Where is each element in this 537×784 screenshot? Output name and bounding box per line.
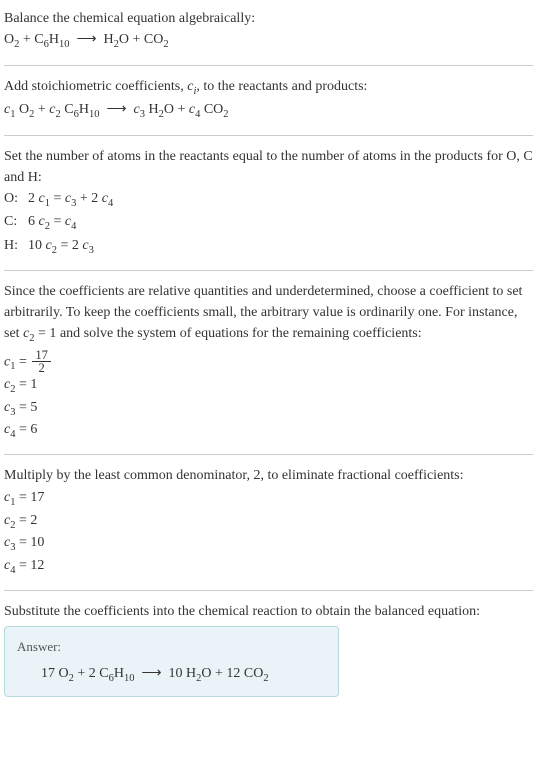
table-row: C: 6 c2 = c4 xyxy=(4,211,119,235)
section-title: Multiply by the least common denominator… xyxy=(4,465,533,486)
coefficient-row: c3 = 5 xyxy=(4,398,533,420)
element-equation: 6 c2 = c4 xyxy=(28,211,119,235)
coefficient-row: c2 = 2 xyxy=(4,511,533,533)
coefficient-row: c3 = 10 xyxy=(4,533,533,555)
coefficient-row: c2 = 1 xyxy=(4,375,533,397)
section-title: Substitute the coefficients into the che… xyxy=(4,601,533,622)
coefficient-row: c1 = 17 xyxy=(4,488,533,510)
text-after: and solve the system of equations for th… xyxy=(56,326,421,341)
coefficient-row: c4 = 12 xyxy=(4,556,533,578)
fraction-denominator: 2 xyxy=(36,362,48,375)
text-after: , to the reactants and products: xyxy=(196,79,367,94)
section-title: Set the number of atoms in the reactants… xyxy=(4,146,533,188)
element-label: C: xyxy=(4,211,28,235)
section-balance: Balance the chemical equation algebraica… xyxy=(4,8,533,65)
chemical-equation: O2 + C6H10 ⟶ H2O + CO2 xyxy=(4,29,533,53)
table-row: O: 2 c1 = c3 + 2 c4 xyxy=(4,188,119,212)
section-title: Balance the chemical equation algebraica… xyxy=(4,8,533,29)
text-before: Add stoichiometric coefficients, xyxy=(4,79,187,94)
element-label: O: xyxy=(4,188,28,212)
section-solve: Since the coefficients are relative quan… xyxy=(4,270,533,454)
section-multiply: Multiply by the least common denominator… xyxy=(4,454,533,590)
stoich-equation: c1 O2 + c2 C6H10 ⟶ c3 H2O + c4 CO2 xyxy=(4,99,533,123)
element-equation: 2 c1 = c3 + 2 c4 xyxy=(28,188,119,212)
section-text: Add stoichiometric coefficients, ci, to … xyxy=(4,76,533,100)
fraction: 172 xyxy=(32,349,51,375)
answer-equation: 17 O2 + 2 C6H10 ⟶ 10 H2O + 12 CO2 xyxy=(17,663,326,687)
coefficient-row: c4 = 6 xyxy=(4,420,533,442)
coefficient-list: c1 = 172 c2 = 1 c3 = 5 c4 = 6 xyxy=(4,349,533,443)
section-substitute: Substitute the coefficients into the che… xyxy=(4,590,533,709)
section-text: Since the coefficients are relative quan… xyxy=(4,281,533,347)
atom-equations-table: O: 2 c1 = c3 + 2 c4 C: 6 c2 = c4 H: 10 c… xyxy=(4,188,119,259)
fraction-numerator: 17 xyxy=(32,349,51,363)
section-stoichiometric: Add stoichiometric coefficients, ci, to … xyxy=(4,65,533,135)
answer-label: Answer: xyxy=(17,637,326,657)
coefficient-list: c1 = 17 c2 = 2 c3 = 10 c4 = 12 xyxy=(4,488,533,578)
answer-box: Answer: 17 O2 + 2 C6H10 ⟶ 10 H2O + 12 CO… xyxy=(4,626,339,697)
element-label: H: xyxy=(4,235,28,259)
element-equation: 10 c2 = 2 c3 xyxy=(28,235,119,259)
section-atoms: Set the number of atoms in the reactants… xyxy=(4,135,533,271)
set-coeff: c2 = 1 xyxy=(23,326,56,341)
table-row: H: 10 c2 = 2 c3 xyxy=(4,235,119,259)
coefficient-row: c1 = 172 xyxy=(4,349,533,375)
